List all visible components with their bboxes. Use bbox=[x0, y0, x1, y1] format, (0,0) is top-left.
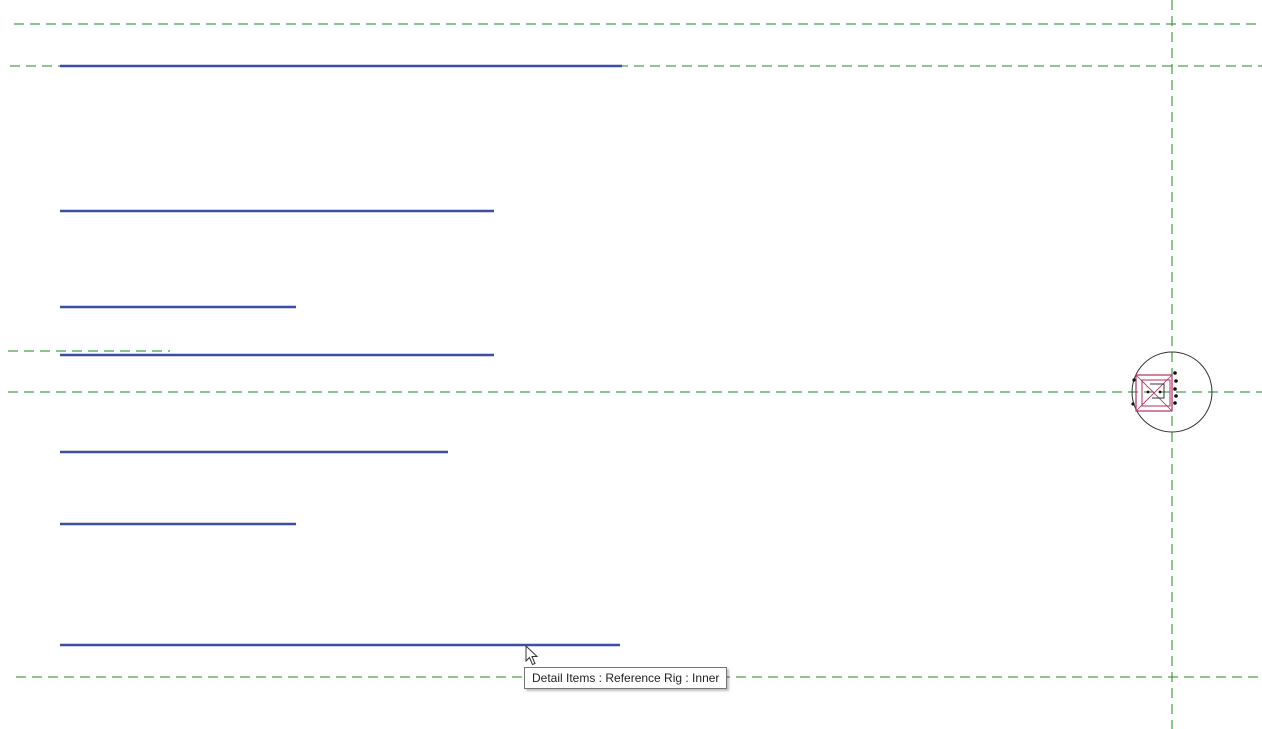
element-tooltip: Detail Items : Reference Rig : Inner bbox=[524, 667, 728, 689]
drawing-canvas[interactable]: Detail Items : Reference Rig : Inner bbox=[0, 0, 1262, 729]
drawing-svg[interactable] bbox=[0, 0, 1262, 729]
arrow-pointer-icon bbox=[525, 645, 539, 666]
